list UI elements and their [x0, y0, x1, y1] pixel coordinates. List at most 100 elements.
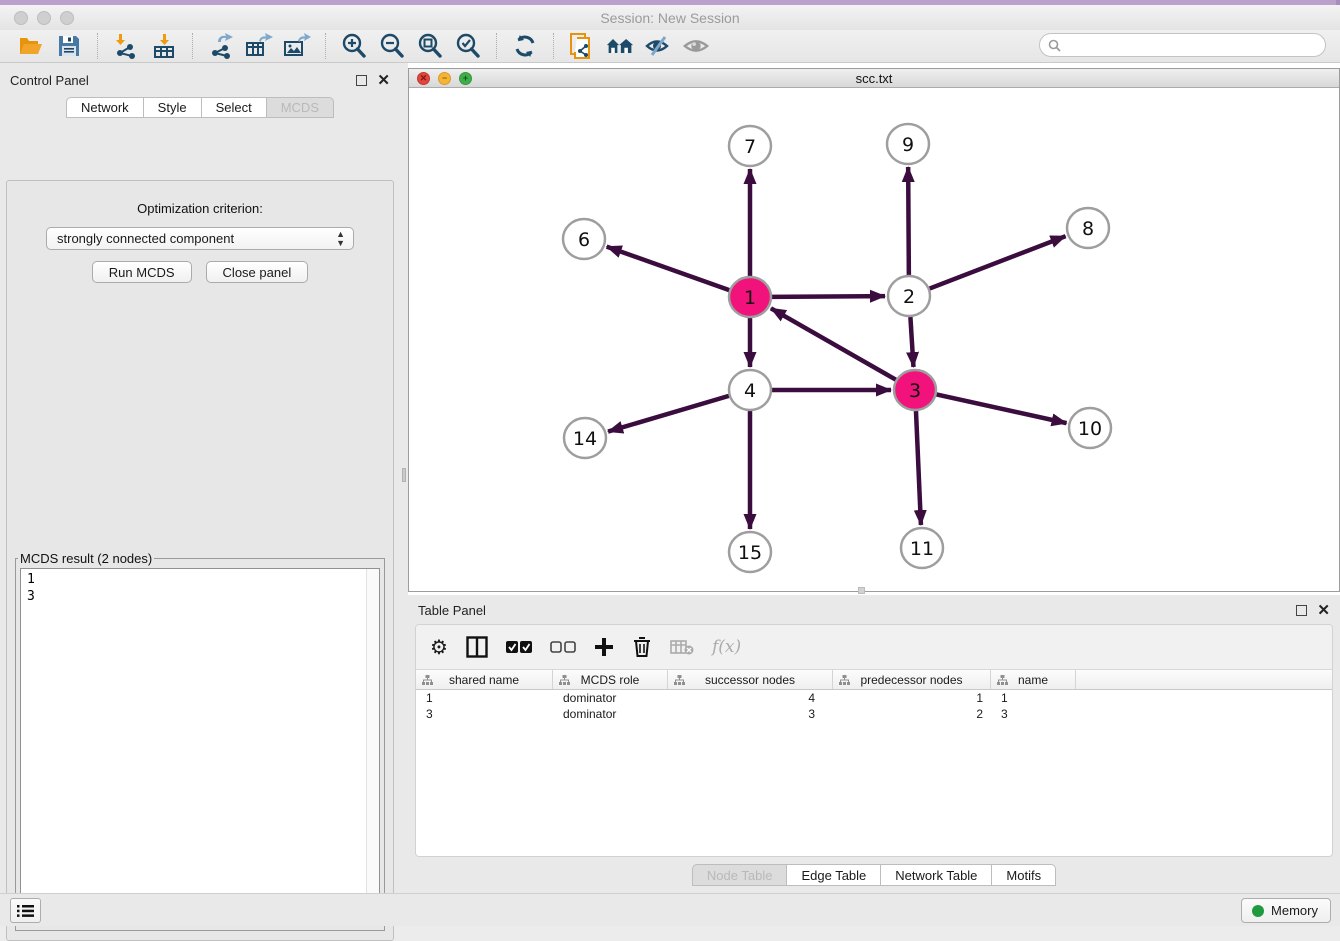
cell-shared-name[interactable]: 1 — [416, 690, 553, 706]
memory-button[interactable]: Memory — [1241, 898, 1331, 923]
graph-edge-1-6[interactable] — [607, 247, 730, 290]
deselect-all-columns-icon[interactable] — [550, 641, 576, 654]
tab-select[interactable]: Select — [202, 97, 267, 118]
graph-node-14[interactable]: 14 — [564, 418, 606, 458]
zoom-out-icon[interactable] — [378, 32, 406, 60]
graph-edge-4-14[interactable] — [608, 396, 729, 432]
tab-edge-table[interactable]: Edge Table — [787, 864, 881, 886]
graph-edge-2-3[interactable] — [910, 317, 913, 367]
network-resize-grip[interactable] — [858, 587, 865, 594]
import-network-icon[interactable] — [112, 32, 140, 60]
table-options-gear-icon[interactable]: ⚙ — [430, 635, 448, 660]
export-table-icon[interactable] — [245, 32, 273, 60]
mcds-result-text[interactable]: 13 — [20, 568, 380, 924]
column-header-successor-nodes[interactable]: successor nodes — [668, 670, 833, 689]
delete-column-trash-icon[interactable] — [632, 636, 652, 658]
refresh-network-icon[interactable] — [511, 32, 539, 60]
svg-text:4: 4 — [744, 380, 756, 402]
network-canvas[interactable]: 7 9 6 8 1 2 4 3 14 10 15 11 — [409, 88, 1339, 591]
main-toolbar — [0, 30, 1340, 63]
cell-successor-nodes[interactable]: 4 — [668, 690, 833, 706]
cell-predecessor-nodes[interactable]: 1 — [833, 690, 991, 706]
save-session-icon[interactable] — [55, 32, 83, 60]
select-arrows-icon: ▲▼ — [336, 230, 345, 248]
table-row[interactable]: 3dominator323 — [416, 706, 1332, 722]
graph-edge-2-9[interactable] — [908, 167, 909, 275]
graph-node-3[interactable]: 3 — [894, 370, 936, 410]
graph-node-1[interactable]: 1 — [729, 277, 771, 317]
table-header-row: shared nameMCDS role successor nodes prede… — [416, 669, 1332, 690]
optimization-criterion-select[interactable]: strongly connected component ▲▼ — [46, 227, 354, 250]
column-label: successor nodes — [705, 673, 795, 687]
splitter-grip[interactable] — [402, 468, 406, 482]
import-table-icon[interactable] — [150, 32, 178, 60]
toolbar-separator — [325, 33, 326, 59]
table-panel-close-icon[interactable]: ✕ — [1317, 603, 1330, 618]
tab-node-table[interactable]: Node Table — [692, 864, 788, 886]
tab-style[interactable]: Style — [144, 97, 202, 118]
run-mcds-button[interactable]: Run MCDS — [92, 261, 192, 283]
network-graph[interactable]: 7 9 6 8 1 2 4 3 14 10 15 11 — [409, 88, 1339, 591]
control-panel-title: Control Panel — [10, 73, 89, 88]
table-panel-float-icon[interactable] — [1296, 605, 1307, 616]
table-toolbar: ⚙ f(x) — [416, 625, 1332, 669]
show-column-panel-icon[interactable] — [466, 636, 488, 658]
export-network-icon[interactable] — [207, 32, 235, 60]
graph-node-6[interactable]: 6 — [563, 219, 605, 259]
task-history-button[interactable] — [10, 898, 41, 923]
graph-edge-3-11[interactable] — [916, 411, 921, 525]
graph-node-4[interactable]: 4 — [729, 370, 771, 410]
cell-name[interactable]: 1 — [991, 690, 1076, 706]
cell-shared-name[interactable]: 3 — [416, 706, 553, 722]
close-panel-button[interactable]: Close panel — [206, 261, 309, 283]
graph-node-9[interactable]: 9 — [887, 124, 929, 164]
graph-node-11[interactable]: 11 — [901, 528, 943, 568]
graph-node-15[interactable]: 15 — [729, 532, 771, 572]
svg-text:6: 6 — [578, 229, 590, 251]
table-row[interactable]: 1dominator411 — [416, 690, 1332, 706]
graph-node-2[interactable]: 2 — [888, 276, 930, 316]
export-image-icon[interactable] — [283, 32, 311, 60]
show-all-eye-icon[interactable] — [682, 32, 710, 60]
zoom-in-icon[interactable] — [340, 32, 368, 60]
open-session-icon[interactable] — [17, 32, 45, 60]
cell-MCDS-role[interactable]: dominator — [553, 690, 668, 706]
graph-node-8[interactable]: 8 — [1067, 208, 1109, 248]
search-box[interactable] — [1039, 33, 1326, 57]
column-header-MCDS-role[interactable]: MCDS role — [553, 670, 668, 689]
mcds-result-group: MCDS result (2 nodes) 13 — [15, 551, 385, 931]
select-all-columns-icon[interactable] — [506, 641, 532, 654]
hide-selected-eye-icon[interactable] — [644, 32, 672, 60]
cell-successor-nodes[interactable]: 3 — [668, 706, 833, 722]
tab-network-table[interactable]: Network Table — [881, 864, 992, 886]
tab-network[interactable]: Network — [66, 97, 144, 118]
network-window-titlebar[interactable]: ✕ − + scc.txt — [409, 69, 1339, 88]
graph-node-10[interactable]: 10 — [1069, 408, 1111, 448]
control-panel-close-icon[interactable]: ✕ — [377, 73, 390, 88]
function-builder-icon[interactable]: f(x) — [712, 637, 741, 657]
graph-edge-3-10[interactable] — [936, 394, 1066, 423]
apply-layout-houses-icon[interactable] — [606, 32, 634, 60]
control-panel-float-icon[interactable] — [356, 75, 367, 86]
add-column-icon[interactable] — [594, 637, 614, 657]
search-input[interactable] — [1066, 38, 1325, 53]
cell-predecessor-nodes[interactable]: 2 — [833, 706, 991, 722]
graph-edge-3-1[interactable] — [771, 308, 896, 379]
graph-edge-2-8[interactable] — [930, 236, 1066, 288]
zoom-fit-icon[interactable] — [416, 32, 444, 60]
clone-network-icon[interactable] — [568, 32, 596, 60]
cell-MCDS-role[interactable]: dominator — [553, 706, 668, 722]
table-panel-tabs: Node TableEdge TableNetwork TableMotifs — [408, 864, 1340, 886]
delete-table-icon[interactable] — [670, 639, 694, 655]
cell-name[interactable]: 3 — [991, 706, 1076, 722]
column-header-name[interactable]: name — [991, 670, 1076, 689]
panel-splitter[interactable] — [400, 63, 408, 893]
graph-edge-1-2[interactable] — [772, 296, 885, 297]
column-header-shared-name[interactable]: shared name — [416, 670, 553, 689]
tab-motifs[interactable]: Motifs — [992, 864, 1056, 886]
column-header-predecessor-nodes[interactable]: predecessor nodes — [833, 670, 991, 689]
zoom-selected-icon[interactable] — [454, 32, 482, 60]
graph-node-7[interactable]: 7 — [729, 126, 771, 166]
tab-mcds[interactable]: MCDS — [267, 97, 334, 118]
result-scrollbar[interactable] — [366, 569, 379, 923]
